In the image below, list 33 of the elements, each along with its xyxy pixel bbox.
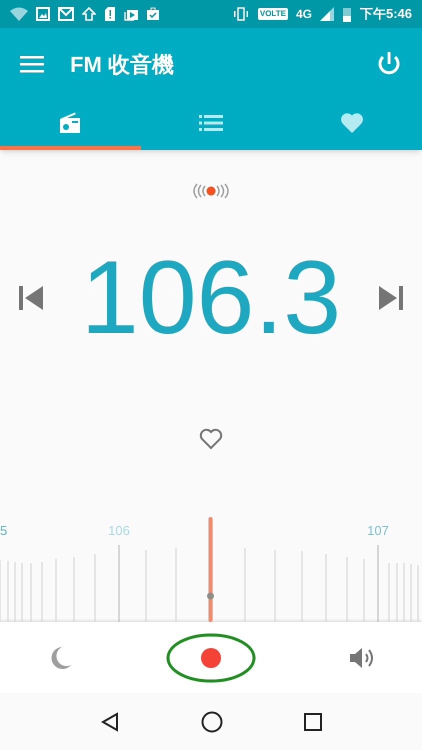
back-icon[interactable]: [100, 712, 120, 732]
menu-icon[interactable]: [20, 55, 44, 73]
battery-icon: [342, 6, 352, 22]
wifi-icon: [10, 7, 28, 21]
network-type-label: 4G: [296, 8, 312, 20]
signal-icon: [320, 7, 334, 21]
image-icon: [36, 7, 50, 21]
volte-badge: VOLTE: [258, 8, 288, 20]
upload-icon: [82, 7, 96, 21]
tuning-needle[interactable]: [207, 517, 214, 622]
frequency-scale-label: 106: [108, 523, 130, 538]
frequency-scale-label: 5: [0, 523, 8, 538]
vibrate-icon: [232, 7, 250, 21]
clock-time: 下午5:46: [360, 5, 412, 24]
list-icon: [199, 114, 223, 132]
mail-icon: [58, 7, 74, 21]
sim-alert-icon: [104, 7, 116, 21]
app-title: FM 收音機: [70, 50, 174, 78]
frequency-display: 106.3: [80, 246, 342, 350]
record-button[interactable]: [200, 648, 221, 668]
favorite-icon[interactable]: [199, 428, 223, 450]
skip-next-icon[interactable]: [378, 286, 404, 310]
tuner-dial-drawing[interactable]: 5 106 107: [0, 507, 422, 622]
heart-icon: [340, 112, 364, 134]
home-icon[interactable]: [200, 710, 223, 732]
briefcase-check-icon: [146, 7, 160, 21]
frequency-scale-label: 107: [367, 523, 389, 538]
power-icon[interactable]: [376, 51, 402, 77]
video-icon: [124, 7, 138, 21]
volume-icon[interactable]: [349, 646, 376, 670]
skip-previous-icon[interactable]: [18, 286, 44, 310]
radio-icon: [58, 112, 82, 134]
recents-icon[interactable]: [304, 712, 322, 730]
